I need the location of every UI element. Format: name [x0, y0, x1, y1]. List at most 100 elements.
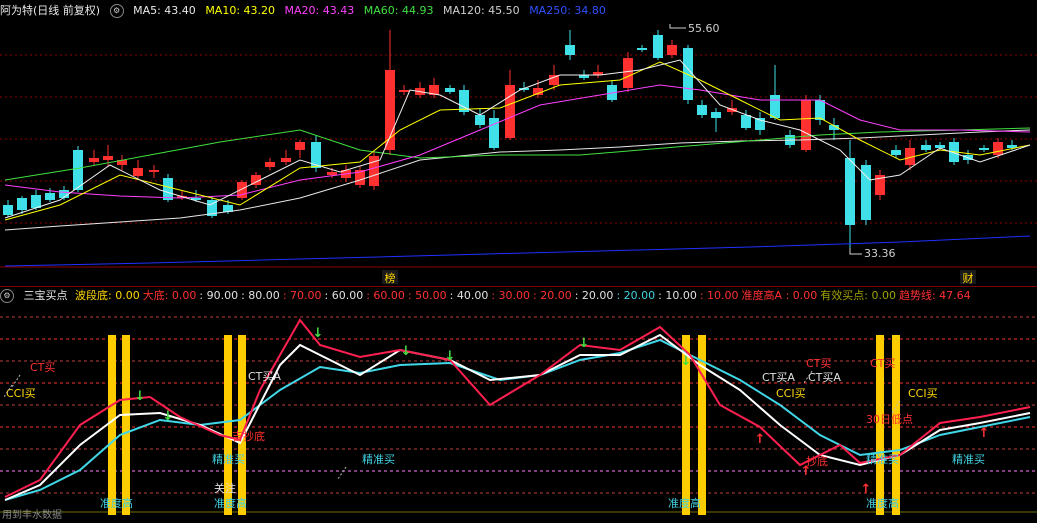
signal-arrow: ↓ [579, 336, 590, 351]
candle-body [667, 45, 677, 55]
signal-arrow: ↑ [861, 482, 872, 497]
candle-body [921, 145, 931, 150]
candle-body [3, 205, 13, 215]
annotation-label: 精准买 [362, 453, 395, 466]
candle-body [697, 105, 707, 115]
candle-body [505, 85, 515, 138]
indicator-param: 有效买点: 0.00 [820, 289, 896, 302]
annotation-label: 准度高 [866, 496, 899, 510]
indicator-param: : 80.00 [241, 289, 280, 302]
signal-arrow: ↓ [313, 326, 324, 341]
annotation-tick [11, 374, 21, 388]
annotation-label: CT买A [248, 370, 281, 383]
candle-body [89, 158, 99, 162]
signal-arrow: ↓ [163, 409, 174, 424]
candle-body [281, 158, 291, 162]
signal-arrow: ↑ [979, 426, 990, 441]
annotation-tick [337, 466, 347, 480]
annotation-label: CCI买 [776, 387, 806, 400]
candle-body [565, 45, 575, 55]
high-pointer [669, 24, 686, 29]
annotation-label: CT买A [762, 371, 795, 384]
ma60-line [4, 127, 1031, 181]
annotation-label: CT买 [30, 361, 55, 374]
signal-bar [238, 335, 246, 515]
candle-body [73, 150, 83, 190]
indicator-param: 波段底: 0.00 [75, 289, 140, 302]
event-marker: 财 [963, 271, 974, 285]
candle-body [683, 48, 693, 100]
settings-gear-icon[interactable]: ⚙ [0, 289, 14, 303]
indicator-param: 趋势线: 47.64 [898, 289, 971, 302]
candle-body [637, 48, 647, 50]
signal-arrow: ↓ [135, 389, 146, 404]
low-pointer [849, 248, 862, 255]
indicator-param: : 60.00 [324, 289, 364, 302]
candle-body [861, 165, 871, 220]
high-price-label: 55.60 [688, 22, 720, 35]
candle-body [770, 95, 780, 118]
annotation-label: 准度高 [214, 496, 247, 510]
indicator-title: 三宝买点 [23, 289, 68, 302]
candle-body [993, 142, 1003, 155]
candle-body [445, 88, 455, 92]
indicator-param: : 10.00 [658, 289, 697, 302]
signal-bar [122, 335, 130, 515]
annotation-label: CT买A [808, 371, 841, 384]
indicator-param: : 50.00 [407, 289, 447, 302]
indicator-param: 准度高A : 0.00 [741, 289, 818, 302]
candle-body [45, 193, 55, 200]
indicator-param: : 70.00 [282, 289, 322, 302]
candle-body [891, 150, 901, 155]
signal-arrow: ↓ [681, 354, 692, 369]
candle-body [711, 112, 721, 118]
candle-body [741, 115, 751, 128]
annotation-label: 关注 [214, 481, 236, 495]
indicator-param: : 10.00 [699, 289, 739, 302]
candle-body [327, 172, 337, 175]
candle-body [149, 170, 159, 172]
annotation-label: 用到丰水数据 [2, 508, 62, 521]
annotation-label: 精准买 [212, 453, 245, 466]
signal-bar [108, 335, 116, 515]
candle-body [549, 75, 559, 85]
signal-arrow: ↑ [755, 432, 766, 447]
annotation-label: CT买 [870, 357, 895, 370]
candle-body [475, 115, 485, 125]
indicator-param: : 40.00 [449, 289, 489, 302]
chart-stage: 阿为特(日线 前复权) ⚙ MA5: 43.40 MA10: 43.20 MA2… [0, 0, 1037, 523]
indicator-param: : 20.00 [533, 289, 572, 302]
candle-body [845, 158, 855, 225]
candle-body [623, 58, 633, 88]
annotation-label: 吉抄底 [232, 429, 265, 443]
annotation-label: 精准买 [866, 453, 899, 466]
candle-body [399, 90, 409, 92]
indicator-param: : 20.00 [616, 289, 656, 302]
candle-body [653, 35, 663, 58]
indicator-chart[interactable]: ↓↓↓↓ ↓↓↓↑↑↑↑CT买CCI买CT买A精准买精准买准度高 准度高关注准度高吉… [0, 305, 1037, 523]
annotation-label: CT买 [806, 357, 831, 370]
indicator-param: : 30.00 [491, 289, 531, 302]
bottom-panel-header: ⚙ 三宝买点 波段底: 0.00 大底: 0.00: 90.00: 80.00: … [0, 286, 1037, 305]
indicator-param: : 60.00 [366, 289, 405, 302]
candle-body [237, 182, 247, 198]
indicator-param: 大底: 0.00 [142, 289, 197, 302]
candle-body [103, 156, 113, 160]
annotation-label: 精准买 [952, 453, 985, 466]
annotation-label: CCI买 [908, 387, 938, 400]
event-marker: 榜 [385, 271, 396, 285]
candle-body [801, 100, 811, 150]
candle-body [163, 178, 173, 200]
annotation-label: 30日低点 [866, 413, 913, 426]
candle-body [17, 198, 27, 210]
candle-body [295, 142, 305, 150]
candlestick-chart[interactable]: 55.60 33.36 榜 财 [0, 0, 1037, 285]
candle-body [979, 148, 989, 150]
ma10-line [4, 61, 1031, 221]
candle-body [265, 162, 275, 167]
annotation-label: 准度高 [100, 496, 133, 510]
indicator-param: : 90.00 [199, 289, 239, 302]
indicator-param: : 20.00 [574, 289, 614, 302]
signal-arrow: ↓ [445, 349, 456, 364]
low-price-label: 33.36 [864, 247, 896, 260]
